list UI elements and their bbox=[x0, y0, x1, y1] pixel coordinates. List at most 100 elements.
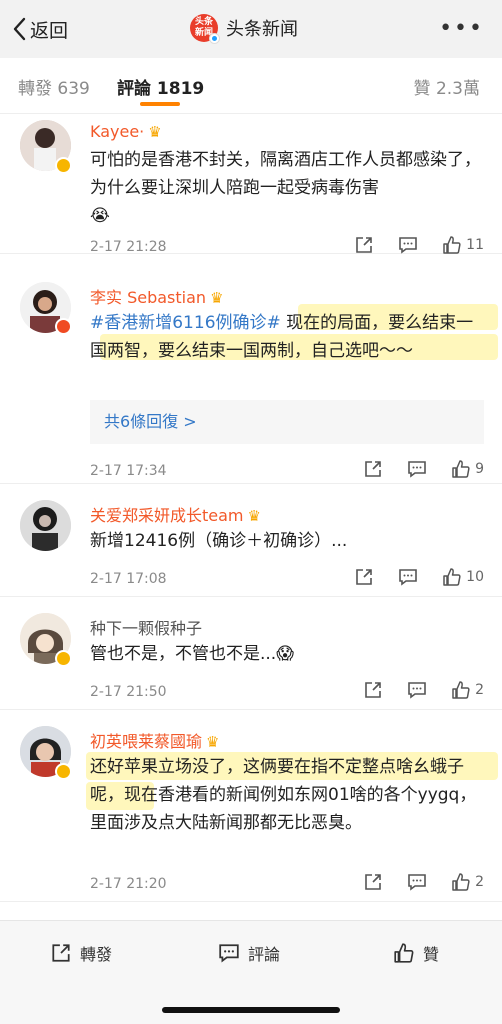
comment-time: 2-17 17:34 bbox=[90, 463, 167, 479]
crown-icon: ♛ bbox=[247, 507, 261, 525]
tab-bar: 轉發 639 評論 1819 贊 2.3萬 bbox=[0, 58, 502, 114]
comment-text: #香港新增6116例确诊# 现在的局面，要么结束一国两智，要么结束一国两制，自己… bbox=[90, 309, 484, 365]
verified-badge-icon bbox=[55, 650, 72, 667]
like-count: 9 bbox=[475, 461, 484, 477]
like-button[interactable]: 2 bbox=[451, 680, 484, 700]
crying-emoji-icon: 😭 bbox=[90, 206, 110, 226]
like-count: 2 bbox=[475, 682, 484, 698]
more-options-button[interactable]: ••• bbox=[439, 16, 484, 41]
commenter-name-text: 李实 Sebastian bbox=[90, 288, 207, 307]
like-button[interactable]: 2 bbox=[451, 872, 484, 892]
thumbs-up-icon bbox=[394, 943, 414, 963]
tab-reposts[interactable]: 轉發 639 bbox=[18, 74, 90, 99]
comment-icon bbox=[399, 237, 417, 254]
verified-badge-icon bbox=[209, 33, 220, 44]
like-count: 11 bbox=[466, 237, 484, 253]
like-button[interactable]: 11 bbox=[442, 235, 484, 255]
page-title: 头条新闻 bbox=[226, 19, 298, 40]
comment-item: 初英喂莱蔡國瑜 ♛ 还好苹果立场没了，这俩要在指不定整点啥幺蛾子呢，现在香港看的新… bbox=[0, 710, 502, 902]
share-button[interactable] bbox=[363, 459, 383, 479]
like-count: 10 bbox=[466, 569, 484, 585]
comment-time: 2-17 21:28 bbox=[90, 239, 167, 255]
shocked-emoji-icon: 😱 bbox=[276, 644, 294, 664]
share-icon bbox=[356, 237, 372, 253]
comment-button[interactable]: 評論 bbox=[218, 941, 280, 965]
hashtag-link[interactable]: #香港新增6116例确诊# bbox=[90, 313, 281, 333]
thumbs-up-icon bbox=[452, 873, 470, 891]
share-icon bbox=[365, 874, 381, 890]
verified-badge-icon bbox=[55, 157, 72, 174]
like-count: 2 bbox=[475, 874, 484, 890]
commenter-name[interactable]: 种下一颗假种子 bbox=[90, 615, 202, 639]
share-button[interactable] bbox=[354, 567, 374, 587]
view-replies-button[interactable]: 共6條回復 > bbox=[90, 400, 484, 444]
comment-item: 种下一颗假种子 管也不是，不管也不是...😱 2-17 21:50 2 bbox=[0, 597, 502, 710]
comment-body: 还好苹果立场没了，这俩要在指不定整点啥幺蛾子呢，现在香港看的新闻例如东网01啥的… bbox=[90, 757, 477, 833]
comment-actions: 9 bbox=[363, 459, 484, 479]
commenter-name[interactable]: Kayee· ♛ bbox=[90, 122, 162, 141]
comment-actions: 2 bbox=[363, 872, 484, 892]
comment-body: 新增12416例（确诊＋初确诊）... bbox=[90, 531, 348, 551]
comment-label: 評論 bbox=[248, 945, 281, 964]
comment-actions: 10 bbox=[354, 567, 484, 587]
reply-button[interactable] bbox=[407, 680, 427, 700]
comment-actions: 2 bbox=[363, 680, 484, 700]
comment-item: 关爱郑采妍成长team ♛ 新增12416例（确诊＋初确诊）... 2-17 17… bbox=[0, 484, 502, 597]
tab-comments[interactable]: 評論 1819 bbox=[117, 74, 204, 99]
share-icon bbox=[356, 569, 372, 585]
commenter-name-text: 关爱郑采妍成长team bbox=[90, 506, 244, 525]
share-button[interactable] bbox=[363, 680, 383, 700]
comment-icon bbox=[408, 461, 426, 478]
comment-list[interactable]: Kayee· ♛ 可怕的是香港不封关，隔离酒店工作人员都感染了，为什么要让深圳人陪… bbox=[0, 114, 502, 920]
comment-text: 新增12416例（确诊＋初确诊）... bbox=[90, 527, 484, 555]
share-icon bbox=[52, 944, 70, 962]
reply-button[interactable] bbox=[407, 459, 427, 479]
comment-text: 还好苹果立场没了，这俩要在指不定整点啥幺蛾子呢，现在香港看的新闻例如东网01啥的… bbox=[90, 753, 484, 837]
comment-time: 2-17 21:20 bbox=[90, 876, 167, 892]
thumbs-up-icon bbox=[443, 236, 461, 254]
comment-body: 可怕的是香港不封关，隔离酒店工作人员都感染了，为什么要让深圳人陪跑一起受病毒伤害 bbox=[90, 150, 481, 198]
page-title-group: 头条 新闻 头条新闻 bbox=[190, 12, 298, 44]
comment-icon bbox=[219, 944, 239, 963]
active-tab-indicator bbox=[140, 102, 180, 106]
reply-button[interactable] bbox=[398, 567, 418, 587]
like-button[interactable]: 贊 bbox=[393, 941, 439, 965]
like-button[interactable]: 10 bbox=[442, 567, 484, 587]
commenter-name[interactable]: 关爱郑采妍成长team ♛ bbox=[90, 502, 261, 526]
reply-button[interactable] bbox=[398, 235, 418, 255]
like-label: 贊 bbox=[423, 945, 440, 964]
verified-badge-icon bbox=[55, 318, 72, 335]
comment-item: 李实 Sebastian ♛ #香港新增6116例确诊# 现在的局面，要么结束一国… bbox=[0, 254, 502, 484]
top-navigation-bar: 返回 头条 新闻 头条新闻 ••• bbox=[0, 0, 502, 58]
commenter-name[interactable]: 李实 Sebastian ♛ bbox=[90, 284, 224, 308]
share-icon bbox=[365, 461, 381, 477]
repost-button[interactable]: 轉發 bbox=[50, 941, 112, 965]
comment-text: 可怕的是香港不封关，隔离酒店工作人员都感染了，为什么要让深圳人陪跑一起受病毒伤害… bbox=[90, 146, 484, 230]
crown-icon: ♛ bbox=[210, 289, 224, 307]
repost-label: 轉發 bbox=[80, 945, 113, 964]
avatar[interactable] bbox=[20, 500, 71, 551]
thumbs-up-icon bbox=[443, 568, 461, 586]
like-button[interactable]: 9 bbox=[451, 459, 484, 479]
logo-text-line1: 头条 bbox=[194, 17, 213, 27]
comment-actions: 11 bbox=[354, 235, 484, 255]
comment-text: 管也不是，不管也不是...😱 bbox=[90, 640, 484, 668]
comment-time: 2-17 21:50 bbox=[90, 684, 167, 700]
share-button[interactable] bbox=[363, 872, 383, 892]
commenter-name-text: Kayee· bbox=[90, 122, 145, 141]
tab-likes[interactable]: 贊 2.3萬 bbox=[414, 74, 480, 99]
crown-icon: ♛ bbox=[206, 733, 220, 751]
avatar-image bbox=[20, 500, 71, 551]
comment-time: 2-17 17:08 bbox=[90, 571, 167, 587]
share-button[interactable] bbox=[354, 235, 374, 255]
home-indicator[interactable] bbox=[162, 1007, 340, 1013]
thumbs-up-icon bbox=[452, 460, 470, 478]
comment-icon bbox=[408, 682, 426, 699]
crown-icon: ♛ bbox=[148, 123, 162, 141]
commenter-name[interactable]: 初英喂莱蔡國瑜 ♛ bbox=[90, 728, 219, 752]
commenter-name-text: 初英喂莱蔡國瑜 bbox=[90, 732, 203, 751]
back-button[interactable]: 返回 bbox=[12, 14, 68, 44]
comment-icon bbox=[408, 874, 426, 891]
comment-item: Kayee· ♛ 可怕的是香港不封关，隔离酒店工作人员都感染了，为什么要让深圳人陪… bbox=[0, 114, 502, 255]
reply-button[interactable] bbox=[407, 872, 427, 892]
